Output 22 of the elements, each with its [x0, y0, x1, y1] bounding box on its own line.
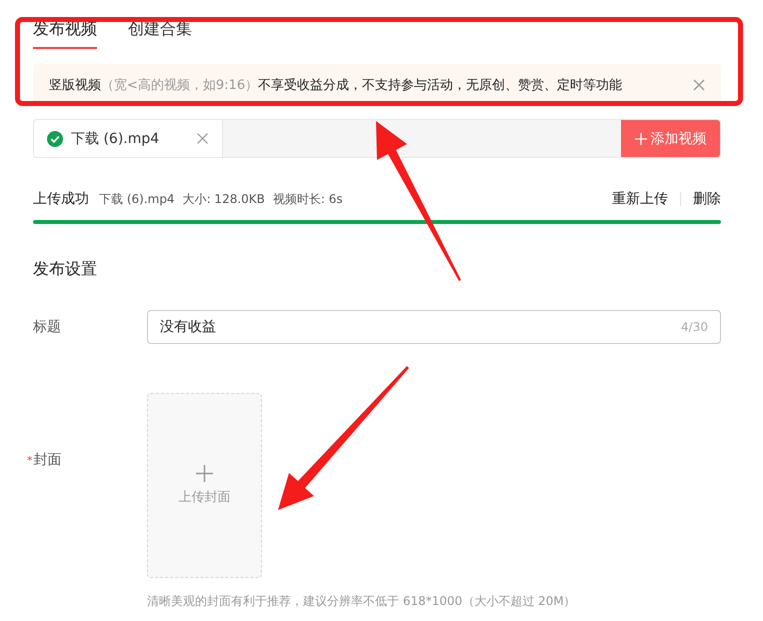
- field-label: 封面: [34, 451, 62, 470]
- cover-hint: 清晰美观的封面有利于推荐，建议分辨率不低于 618*1000（大小不超过 20M）: [147, 593, 577, 610]
- required-mark: *: [27, 454, 32, 466]
- plus-icon: [196, 465, 213, 482]
- file-size: 大小: 128.0KB: [182, 190, 265, 208]
- plus-icon: [634, 132, 646, 144]
- file-name: 下载 (6).mp4: [99, 190, 175, 208]
- video-duration: 视频时长: 6s: [272, 190, 343, 208]
- tab[interactable]: 创建合集: [128, 18, 192, 49]
- input-value: 没有收益: [160, 318, 217, 336]
- action-link[interactable]: 删除: [680, 192, 721, 206]
- action-link[interactable]: 重新上传: [599, 192, 680, 206]
- close-icon[interactable]: [693, 79, 705, 91]
- character-counter: 4/30: [681, 320, 708, 334]
- upload-status: 上传成功: [33, 190, 89, 208]
- close-icon[interactable]: [197, 133, 208, 144]
- upload-cover-label: 上传封面: [178, 489, 230, 506]
- notice-text: 竖版视频（宽<高的视频，如9:16）不享受收益分成，不支持参与活动，无原创、赞赏、定时等功能: [49, 77, 622, 94]
- field-label: 标题: [33, 318, 61, 337]
- section-title: 发布设置: [33, 258, 98, 280]
- file-name: 下载 (6).mp4: [71, 130, 160, 148]
- title-input-field[interactable]: 没有收益 4/30: [147, 310, 721, 344]
